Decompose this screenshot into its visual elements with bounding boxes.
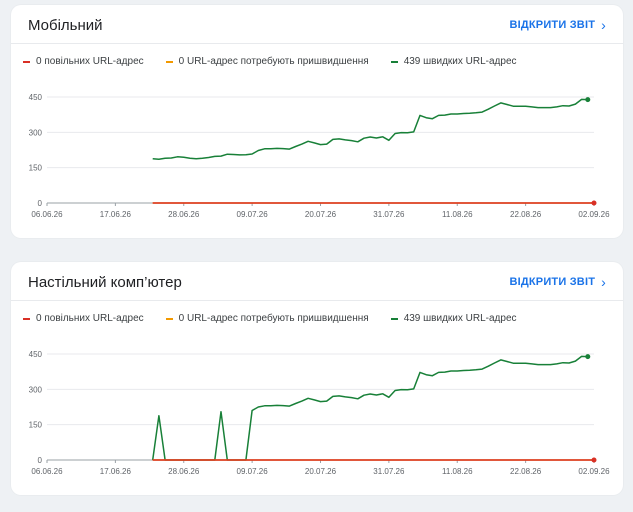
legend-item-slow[interactable]: 0 повільних URL-адрес [23,313,144,324]
open-report-label: ВІДКРИТИ ЗВІТ [509,19,596,31]
y-tick-label: 0 [38,199,43,208]
x-tick-label: 22.08.26 [510,467,542,476]
mobile-chart[interactable]: 0 150 300 450 06.06.26 17.06.26 28.06.26 09.07.… [11,77,623,227]
chevron-right-icon: › [601,16,606,33]
legend-item-needs-improvement[interactable]: 0 URL-адрес потребують пришвидшення [165,56,369,67]
mobile-card: Мобільний ВІДКРИТИ ЗВІТ › 0 повільних UR… [11,5,623,238]
x-tick-label: 28.06.26 [168,210,200,219]
y-tick-label: 300 [29,385,43,394]
legend-swatch-fast [390,60,398,63]
x-tick-label: 11.08.26 [442,467,473,476]
legend-label: 0 повільних URL-адрес [36,56,144,67]
y-tick-label: 450 [29,93,43,102]
x-tick-label: 20.07.26 [305,467,337,476]
x-tick-label: 28.06.26 [168,467,200,476]
x-tick-label: 17.06.26 [100,467,132,476]
y-tick-label: 150 [29,164,43,173]
legend-swatch-needs-improvement [165,60,173,63]
x-tick-label: 31.07.26 [373,467,405,476]
series-line-fast [152,98,588,160]
x-tick-label: 17.06.26 [100,210,132,219]
legend-label: 439 швидких URL-адрес [403,56,517,67]
series-line-fast [151,355,588,461]
x-tick-label: 06.06.26 [31,210,63,219]
open-report-button[interactable]: ВІДКРИТИ ЗВІТ › [509,273,606,290]
x-tick-label: 02.09.26 [578,467,610,476]
x-tick-label: 31.07.26 [373,210,405,219]
x-tick-label: 09.07.26 [237,210,269,219]
legend-swatch-slow [23,60,30,63]
open-report-button[interactable]: ВІДКРИТИ ЗВІТ › [509,16,606,33]
x-tick-label: 06.06.26 [31,467,63,476]
divider [11,300,623,301]
y-tick-label: 300 [29,128,43,137]
y-tick-label: 0 [38,456,43,465]
y-tick-label: 450 [29,350,43,359]
series-end-point [591,200,597,206]
legend-label: 0 URL-адрес потребують пришвидшення [178,56,369,67]
series-end-point [585,354,591,360]
open-report-label: ВІДКРИТИ ЗВІТ [509,276,596,288]
series-end-point [585,97,591,103]
y-tick-label: 150 [29,421,43,430]
legend-item-slow[interactable]: 0 повільних URL-адрес [23,56,144,67]
card-title: Настільний комп’ютер [28,274,182,291]
x-tick-label: 22.08.26 [510,210,542,219]
desktop-card: Настільний комп’ютер ВІДКРИТИ ЗВІТ › 0 п… [11,262,623,495]
legend-swatch-slow [23,317,30,320]
legend-label: 439 швидких URL-адрес [403,313,517,324]
legend: 0 повільних URL-адрес 0 URL-адрес потреб… [23,313,539,324]
legend: 0 повільних URL-адрес 0 URL-адрес потреб… [23,56,539,67]
card-title: Мобільний [28,17,103,34]
x-tick-label: 11.08.26 [442,210,473,219]
desktop-chart[interactable]: 0 150 300 450 06.06.26 17.06.26 28.06.26 09.07.… [11,334,623,484]
x-tick-label: 09.07.26 [237,467,269,476]
chevron-right-icon: › [601,273,606,290]
x-tick-label: 02.09.26 [578,210,610,219]
legend-swatch-fast [390,317,398,320]
series-end-point [591,457,597,463]
legend-label: 0 URL-адрес потребують пришвидшення [178,313,369,324]
legend-swatch-needs-improvement [165,317,173,320]
legend-item-needs-improvement[interactable]: 0 URL-адрес потребують пришвидшення [165,313,369,324]
legend-item-fast[interactable]: 439 швидких URL-адрес [390,56,517,67]
legend-label: 0 повільних URL-адрес [36,313,144,324]
divider [11,43,623,44]
x-tick-label: 20.07.26 [305,210,337,219]
legend-item-fast[interactable]: 439 швидких URL-адрес [390,313,517,324]
